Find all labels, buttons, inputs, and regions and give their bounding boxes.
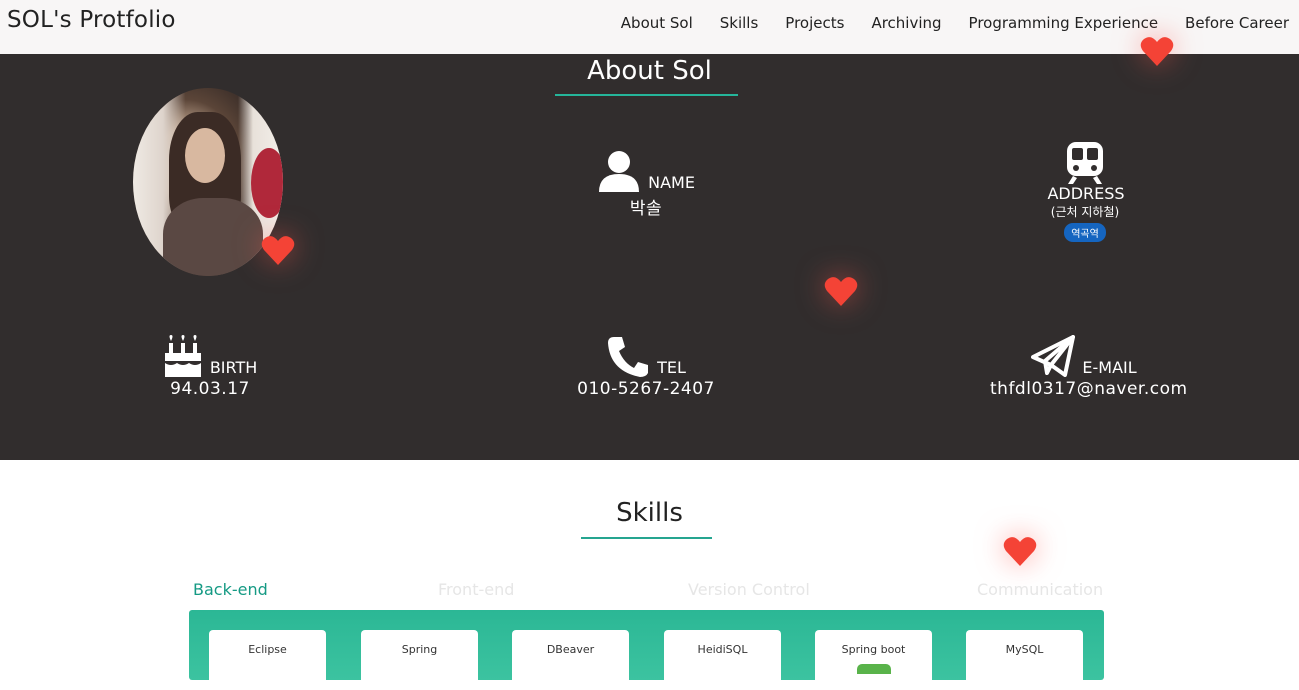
skills-title: Skills (616, 498, 683, 528)
email-value[interactable]: thfdl0317@naver.com (990, 379, 1187, 399)
skill-card: DBeaver (512, 630, 629, 690)
about-section: About Sol NAME 박솔 ADDRESS (근처 지하철) 역곡역 B… (0, 54, 1299, 460)
tab-front-end[interactable]: Front-end (438, 580, 514, 599)
cake-icon (163, 335, 208, 377)
site-brand[interactable]: SOL's Protfolio (7, 7, 176, 33)
about-title-underline (555, 94, 738, 96)
heart-icon (824, 277, 858, 306)
birth-label: BIRTH (209, 358, 258, 377)
name-info: NAME 박솔 (596, 150, 696, 219)
nav-skills[interactable]: Skills (720, 14, 759, 32)
skill-card-label: HeidiSQL (697, 643, 748, 656)
address-sub: (근처 지하철) (1050, 205, 1120, 219)
heart-icon (1003, 537, 1037, 566)
skill-card: Spring boot (815, 630, 932, 690)
tab-communication[interactable]: Communication (977, 580, 1103, 599)
spring-boot-logo-icon (857, 664, 891, 674)
skill-card: Eclipse (209, 630, 326, 690)
nav-before-career[interactable]: Before Career (1185, 14, 1289, 32)
name-label: NAME (648, 173, 695, 192)
skill-card-label: MySQL (1005, 643, 1044, 656)
top-navbar: SOL's Protfolio About Sol Skills Project… (0, 0, 1299, 54)
skill-card: MySQL (966, 630, 1083, 690)
skill-card-label: Spring (401, 643, 438, 656)
paper-plane-icon (1031, 335, 1080, 377)
heart-icon (261, 236, 295, 265)
nav-archiving[interactable]: Archiving (871, 14, 941, 32)
tel-label: TEL (657, 358, 686, 377)
name-value: 박솔 (629, 199, 663, 219)
nav-programming-experience[interactable]: Programming Experience (969, 14, 1159, 32)
address-label: ADDRESS (1047, 184, 1125, 203)
skill-card-label: Eclipse (248, 643, 287, 656)
skill-card-label: DBeaver (546, 643, 595, 656)
main-nav: About Sol Skills Projects Archiving Prog… (594, 14, 1289, 32)
birth-info: BIRTH 94.03.17 (160, 335, 260, 399)
birth-value: 94.03.17 (170, 379, 250, 399)
email-label: E-MAIL (1082, 358, 1137, 377)
skills-panel: Eclipse Spring DBeaver HeidiSQL Spring b… (189, 610, 1104, 690)
phone-icon (606, 337, 655, 377)
user-icon (597, 151, 646, 192)
tel-value: 010-5267-2407 (577, 379, 715, 399)
nav-about[interactable]: About Sol (621, 14, 693, 32)
skill-card-label: Spring boot (841, 643, 906, 656)
skill-card: Spring (361, 630, 478, 690)
subway-badge: 역곡역 (1064, 223, 1106, 242)
skills-title-underline (581, 537, 712, 539)
skill-card: HeidiSQL (664, 630, 781, 690)
heart-icon (1140, 37, 1174, 66)
tel-info: TEL 010-5267-2407 (576, 335, 716, 399)
email-info: E-MAIL thfdl0317@naver.com (990, 335, 1187, 399)
tab-back-end[interactable]: Back-end (193, 580, 268, 599)
train-icon (1065, 142, 1105, 184)
about-title: About Sol (587, 56, 712, 86)
nav-projects[interactable]: Projects (785, 14, 844, 32)
address-info: ADDRESS (근처 지하철) 역곡역 (1024, 142, 1146, 242)
tab-version-control[interactable]: Version Control (688, 580, 810, 599)
